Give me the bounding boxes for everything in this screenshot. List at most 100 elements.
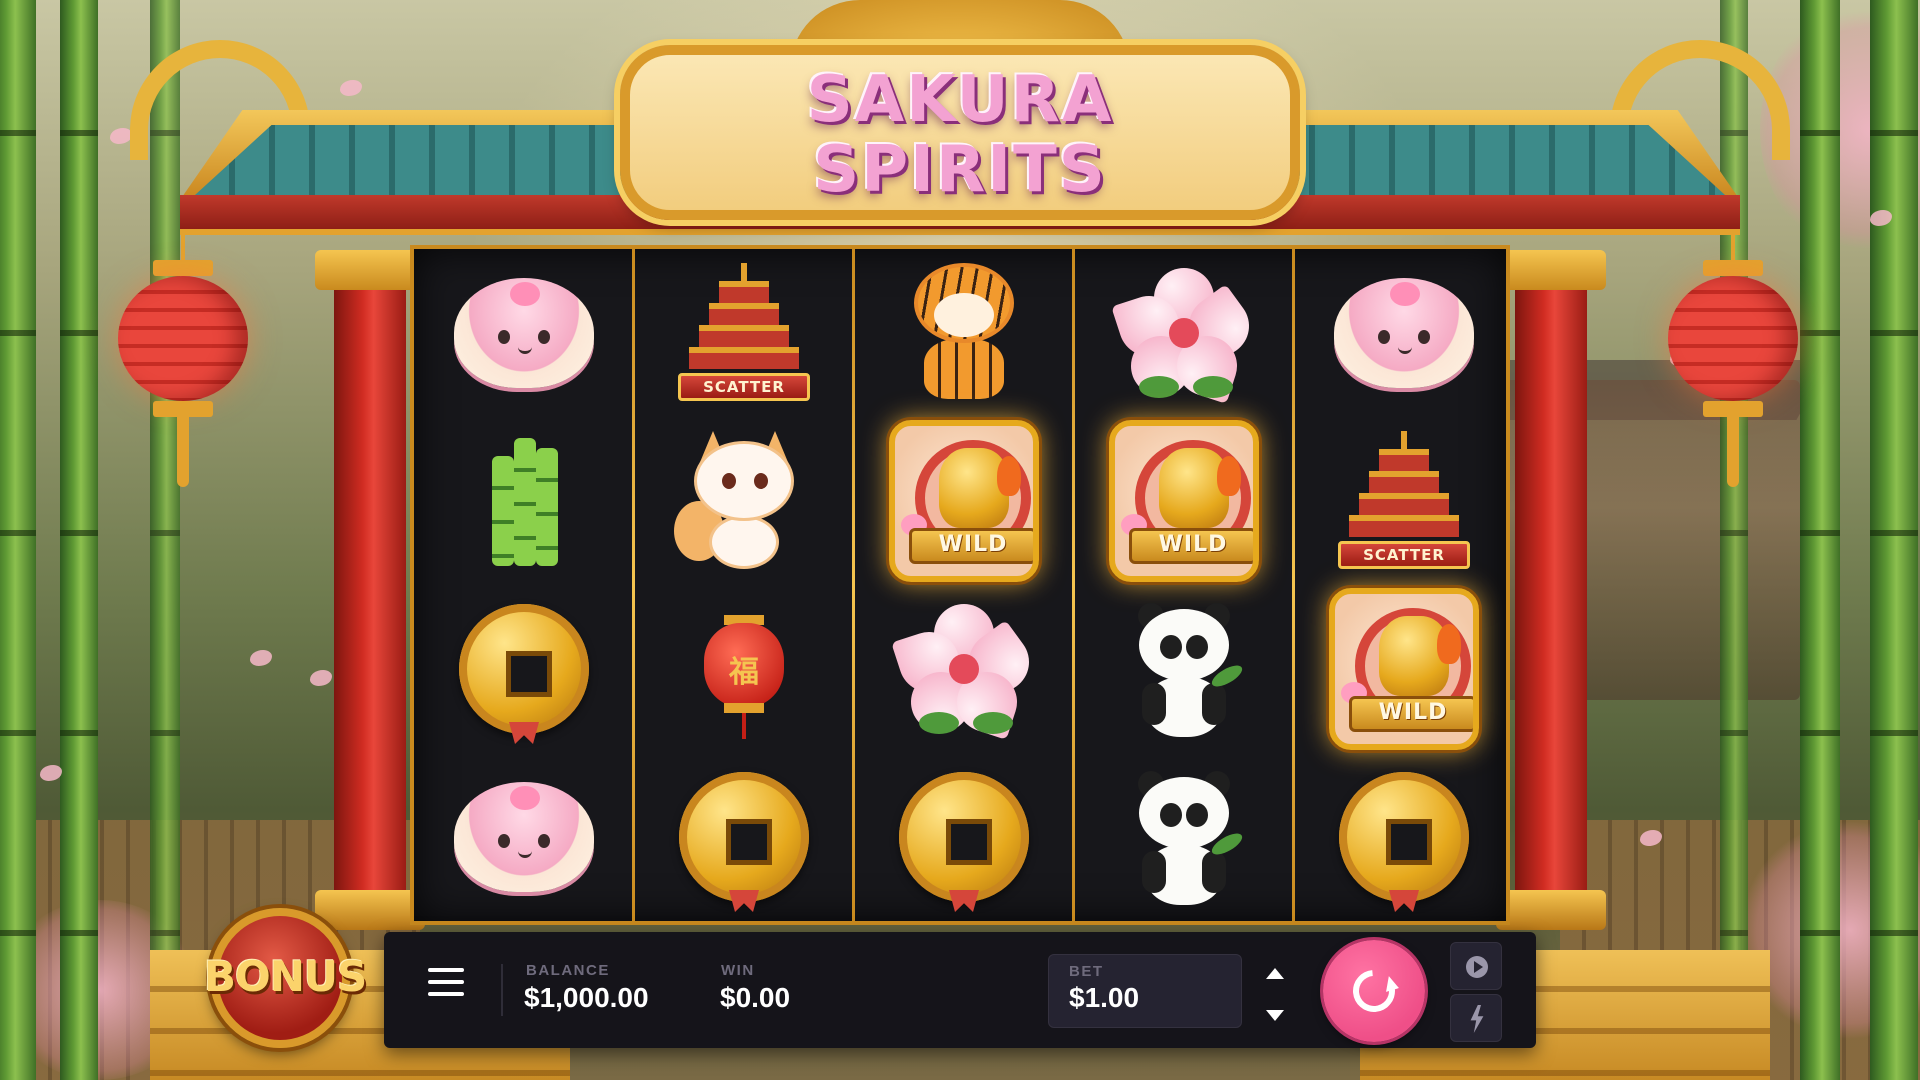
fox-eye (754, 473, 768, 489)
blossom-center (1169, 318, 1199, 348)
chevron-up-icon[interactable] (1266, 968, 1284, 979)
mochi-symbol (449, 258, 599, 408)
reel-cell: SCATTER (634, 249, 854, 417)
reel-cell (854, 249, 1074, 417)
coin-symbol (449, 594, 599, 744)
panda-cub (1124, 599, 1246, 739)
panda-symbol (1109, 762, 1259, 912)
hamburger-menu-icon[interactable] (428, 968, 468, 1008)
cherry-blossom-symbol (889, 594, 1041, 744)
falling-petal (310, 670, 332, 686)
dragon-wild-symbol: WILD (889, 420, 1039, 582)
panda-eye-patch (1160, 803, 1182, 827)
bamboo-stalk (1720, 0, 1748, 1080)
spin-button[interactable] (1323, 940, 1425, 1042)
lightning-bolt-icon (1470, 1005, 1484, 1033)
bonus-buy-button[interactable]: BONUS (204, 908, 367, 1048)
reel-cell: WILD (1074, 417, 1294, 585)
temple-pillar-right (1515, 255, 1587, 915)
reel-cell: WILD (854, 417, 1074, 585)
dragon-wild-symbol: WILD (1329, 588, 1479, 750)
wild-dragon-frame: WILD (889, 420, 1039, 582)
win-label: WIN (721, 962, 755, 979)
falling-petal (340, 80, 362, 96)
pagoda-tier (1349, 515, 1459, 537)
mochi-symbol (1329, 258, 1479, 408)
panda-arm (1142, 851, 1166, 893)
win-value: $0.00 (720, 982, 791, 1013)
gold-coin (459, 604, 589, 734)
dragon-wild-symbol: WILD (1109, 420, 1259, 582)
reel-cell: SCATTER (1294, 417, 1514, 585)
bamboo-stalk (1870, 0, 1918, 1080)
reel-cell (634, 753, 854, 921)
tiger-symbol (889, 258, 1039, 408)
autoplay-button[interactable] (1450, 942, 1502, 990)
pagoda-tier (709, 303, 779, 325)
chevron-down-icon[interactable] (1266, 1010, 1284, 1021)
reel-column (414, 249, 634, 921)
panda-eye-patch (1160, 635, 1182, 659)
panda-eye-patch (1186, 803, 1208, 827)
fox-body (709, 515, 779, 569)
coin-symbol (1329, 762, 1479, 912)
leaf (973, 712, 1013, 734)
mochi-body (454, 278, 594, 388)
blossom (891, 604, 1041, 744)
tiger-body (924, 339, 1004, 399)
fox-head (694, 441, 794, 521)
pagoda-tier (1369, 471, 1439, 493)
mochi-flower (510, 282, 540, 306)
pillar-base-left (315, 890, 425, 930)
reel-cell: WILD (1294, 585, 1514, 753)
bamboo-stalk (150, 0, 180, 1080)
reel-divider (1072, 249, 1075, 921)
pillar-cap-left (315, 250, 425, 290)
reel-cell (854, 753, 1074, 921)
bet-display: BET $1.00 (1048, 954, 1242, 1028)
panda-arm (1142, 683, 1166, 725)
pagoda-tier (1359, 493, 1449, 515)
reel-cell (414, 249, 634, 417)
bamboo-shoot (514, 438, 536, 566)
reel-cell (1074, 753, 1294, 921)
panda-arm (1202, 851, 1226, 893)
wild-label: WILD (1129, 528, 1253, 564)
reel-divider (1292, 249, 1295, 921)
reel-cell (634, 417, 854, 585)
pagoda-tier (719, 281, 769, 303)
mochi-symbol (449, 762, 599, 912)
turbo-button[interactable] (1450, 994, 1502, 1042)
reel-cell (1294, 249, 1514, 417)
balance-label: BALANCE (526, 962, 610, 979)
cherry-blossom-symbol (1109, 258, 1261, 408)
dragon-flame (1437, 624, 1461, 664)
reel-cell (414, 753, 634, 921)
gold-coin (679, 772, 809, 902)
fox-symbol (669, 426, 819, 576)
pagoda-tier (699, 325, 789, 347)
leaf (1193, 376, 1233, 398)
panda-arm (1202, 683, 1226, 725)
panda-symbol (1109, 594, 1259, 744)
panda-head (1139, 777, 1229, 849)
lantern-symbol: 福 (669, 594, 819, 744)
reel-grid: SCATTER 福 WILD WILD SCATTER WILD (410, 245, 1510, 925)
mochi-body (1334, 278, 1474, 388)
reel-cell: 福 (634, 585, 854, 753)
pagoda: SCATTER (1338, 431, 1470, 571)
bamboo-stalk (0, 0, 36, 1080)
coin-symbol (889, 762, 1039, 912)
bamboo-shoot (536, 448, 558, 566)
mochi-body (454, 782, 594, 892)
falling-petal (110, 128, 132, 144)
falling-petal (40, 765, 62, 781)
game-background: SAKURA SPIRITS SCATTER 福 WILD WILD SCATTER WI… (0, 0, 1920, 1080)
bamboo-stalk (60, 0, 98, 1080)
scatter-label: SCATTER (678, 373, 810, 401)
fox-eye (722, 473, 736, 489)
pagoda-tier (1379, 449, 1429, 471)
lantern-base (724, 703, 764, 713)
reel-column: WILD (1074, 249, 1294, 921)
temple-pillar-left (334, 255, 406, 915)
